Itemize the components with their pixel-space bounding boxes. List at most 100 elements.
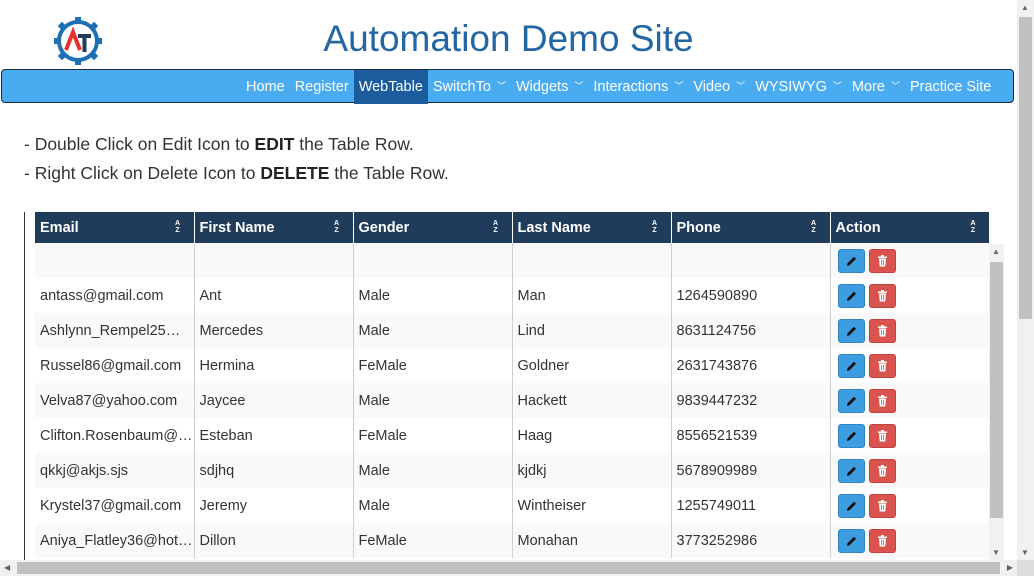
nav-item-switchto[interactable]: SwitchTo ﹀ — [428, 70, 511, 104]
edit-button[interactable] — [837, 528, 865, 553]
table-cell-action — [830, 383, 989, 418]
column-header-phone[interactable]: Phone A Z — [671, 212, 831, 243]
instruction-text: - Double Click on Edit Icon to — [24, 134, 255, 154]
table-cell-email: antass@gmail.com — [35, 278, 195, 313]
column-header-email[interactable]: Email A Z — [35, 212, 195, 243]
delete-button[interactable] — [868, 493, 896, 518]
table-cell-action — [830, 453, 989, 488]
nav-item-video[interactable]: Video ﹀ — [688, 70, 750, 104]
table-cell-action — [830, 488, 989, 523]
nav-item-webtable[interactable]: WebTable — [353, 70, 428, 104]
edit-button[interactable] — [837, 458, 865, 483]
table-scrollbar[interactable]: ▲ ▼ — [989, 244, 1004, 560]
scroll-right-arrow-icon[interactable]: ▶ — [1007, 563, 1013, 572]
chevron-down-icon: ﹀ — [496, 81, 506, 91]
table-cell-phone: 8631124756 — [671, 313, 831, 348]
delete-button[interactable] — [868, 458, 896, 483]
table-cell-last-name: Hackett — [512, 383, 672, 418]
page-vertical-scrollbar[interactable]: ▲ ▼ — [1017, 0, 1034, 560]
table-cell-phone: 2631743876 — [671, 348, 831, 383]
nav-item-home[interactable]: Home — [241, 70, 290, 104]
sort-alpha-icon[interactable]: AZ — [649, 220, 661, 234]
nav-item-label: Practice Site — [909, 79, 992, 95]
edit-button[interactable] — [837, 353, 865, 378]
table-row: Krystel37@gmail.com Jeremy Male Wintheiser 1… — [35, 488, 989, 523]
table-cell-gender: Male — [353, 488, 513, 523]
scroll-up-arrow-icon[interactable]: ▲ — [992, 247, 1000, 256]
sort-alpha-icon[interactable]: AZ — [808, 220, 820, 234]
chevron-down-icon: ﹀ — [674, 81, 684, 91]
table-cell-phone: 9839447232 — [671, 383, 831, 418]
delete-button[interactable] — [868, 528, 896, 553]
scroll-down-arrow-icon[interactable]: ▼ — [1021, 548, 1029, 557]
nav-item-label: Home — [246, 79, 285, 95]
nav-item-label: WYSIWYG — [755, 79, 827, 95]
table-cell-gender: FeMale — [353, 348, 513, 383]
nav-item-more[interactable]: More ﹀ — [847, 70, 905, 104]
table-cell-action — [830, 418, 989, 453]
page-vertical-scrollbar-thumb[interactable] — [1019, 17, 1032, 319]
table-cell-gender: FeMale — [353, 523, 513, 558]
delete-button[interactable] — [868, 388, 896, 413]
delete-button[interactable] — [868, 423, 896, 448]
instruction-text: the Table Row. — [329, 163, 449, 183]
table-row: qkkj@akjs.sjs sdjhq Male kjdkj 5678909989 — [35, 453, 989, 488]
site-title: Automation Demo Site — [323, 18, 694, 59]
page-horizontal-scrollbar-thumb[interactable] — [17, 562, 1000, 574]
table-row: antass@gmail.com Ant Male Man 1264590890 — [35, 278, 989, 313]
table-row: Ashlynn_Rempel25… Mercedes Male Lind 8631124… — [35, 313, 989, 348]
table-cell-gender: Male — [353, 383, 513, 418]
edit-button[interactable] — [837, 423, 865, 448]
table-cell-phone: 8556521539 — [671, 418, 831, 453]
sort-alpha-icon[interactable]: AZ — [331, 220, 343, 234]
table-cell-email: Aniya_Flatley36@hot… — [35, 523, 195, 558]
column-header-gender[interactable]: Gender A Z — [353, 212, 513, 243]
main-navbar: Home Register WebTable SwitchTo ﹀ Widgets ﹀ Int… — [1, 69, 1014, 104]
table-cell-gender: Male — [353, 453, 513, 488]
table-cell-first-name — [194, 243, 354, 278]
table-header-row: Email A Z First Name A Z Gender A Z Last Name A Z Ph… — [35, 212, 989, 243]
sort-alpha-icon[interactable]: AZ — [490, 220, 502, 234]
edit-button[interactable] — [837, 388, 865, 413]
edit-button[interactable] — [837, 283, 865, 308]
page-horizontal-scrollbar[interactable]: ◀ ▶ — [0, 560, 1017, 576]
nav-item-interactions[interactable]: Interactions ﹀ — [588, 70, 688, 104]
table-row: Russel86@gmail.com Hermina FeMale Goldner 26… — [35, 348, 989, 383]
edit-button[interactable] — [837, 318, 865, 343]
delete-button[interactable] — [868, 353, 896, 378]
table-cell-phone — [671, 243, 831, 278]
table-row: Aniya_Flatley36@hot… Dillon FeMale Monahan 3… — [35, 523, 989, 558]
nav-item-practice-site[interactable]: Practice Site — [905, 70, 996, 104]
table-scrollbar-thumb[interactable] — [990, 262, 1003, 518]
column-header-action[interactable]: Action A Z — [830, 212, 989, 243]
column-header-last-name[interactable]: Last Name A Z — [512, 212, 672, 243]
column-header-first-name[interactable]: First Name A Z — [194, 212, 354, 243]
scroll-down-arrow-icon[interactable]: ▼ — [992, 548, 1000, 557]
nav-item-label: Register — [294, 79, 349, 95]
delete-button[interactable] — [868, 248, 896, 273]
instruction-text: the Table Row. — [294, 134, 414, 154]
nav-item-register[interactable]: Register — [290, 70, 354, 104]
delete-button[interactable] — [868, 283, 896, 308]
edit-button[interactable] — [837, 493, 865, 518]
edit-button[interactable] — [837, 248, 865, 273]
table-cell-action — [830, 243, 989, 278]
table-cell-first-name: Esteban — [194, 418, 354, 453]
scroll-up-arrow-icon[interactable]: ▲ — [1021, 3, 1029, 12]
sort-alpha-icon[interactable]: AZ — [967, 220, 979, 234]
table-cell-first-name: Mercedes — [194, 313, 354, 348]
chevron-down-icon: ﹀ — [890, 81, 900, 91]
column-header-label: First Name — [199, 219, 275, 236]
scroll-left-arrow-icon[interactable]: ◀ — [4, 563, 10, 572]
nav-item-label: WebTable — [358, 79, 423, 95]
delete-button[interactable] — [868, 318, 896, 343]
table-cell-first-name: sdjhq — [194, 453, 354, 488]
nav-item-widgets[interactable]: Widgets ﹀ — [511, 70, 588, 104]
nav-item-label: More — [851, 79, 885, 95]
table-cell-first-name: Hermina — [194, 348, 354, 383]
column-header-label: Email — [40, 219, 79, 236]
table-cell-last-name: Wintheiser — [512, 488, 672, 523]
nav-item-wysiwyg[interactable]: WYSIWYG ﹀ — [750, 70, 847, 104]
sort-alpha-icon[interactable]: AZ — [172, 220, 184, 234]
table-cell-email: Krystel37@gmail.com — [35, 488, 195, 523]
